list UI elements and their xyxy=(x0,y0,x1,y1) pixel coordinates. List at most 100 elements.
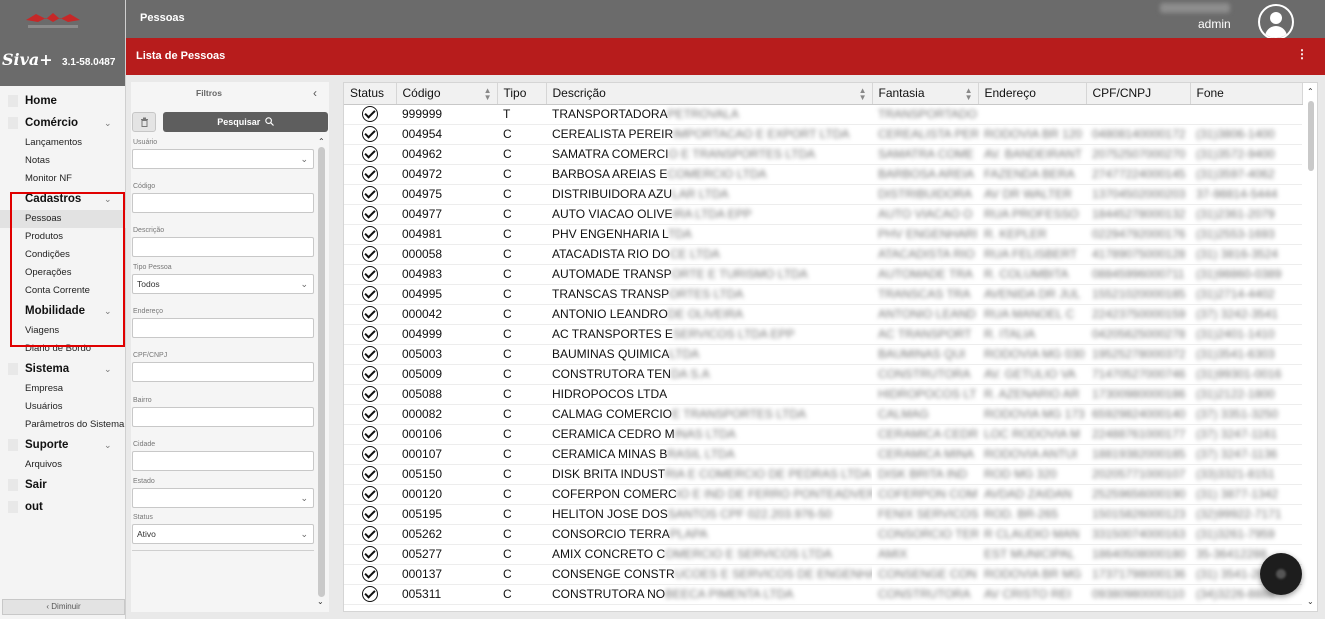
fone-cell: (31) 3816-3524 xyxy=(1190,244,1302,265)
table-row[interactable]: 005195 C HELITON JOSE DOSSANTOS CPF 022.20… xyxy=(344,504,1302,525)
sidebar-item-operacoes[interactable]: Operações xyxy=(0,264,126,282)
sidebar-item-produtos[interactable]: Produtos xyxy=(0,228,126,246)
table-row[interactable]: 004954 C CEREALISTA PEREIRIMPORTACAO E EXP… xyxy=(344,124,1302,145)
column-header-endereco[interactable]: Endereço xyxy=(978,83,1087,105)
sidebar-item-conta-corrente[interactable]: Conta Corrente xyxy=(0,282,126,300)
codigo-cell: 000137 xyxy=(396,564,497,585)
logout-icon xyxy=(8,501,18,513)
sidebar-section-sair[interactable]: Sair xyxy=(0,474,126,496)
sidebar-item-diario-de-bordo[interactable]: Diario de Bordo xyxy=(0,340,126,358)
sidebar-item-viagens[interactable]: Viagens xyxy=(0,322,126,340)
descricao-input[interactable] xyxy=(132,237,314,257)
sidebar-item-empresa[interactable]: Empresa xyxy=(0,380,126,398)
more-vert-icon[interactable]: ⋮ xyxy=(1296,47,1308,61)
descricao-cell: CONSENGE CONSTRUCOES E SERVICOS DE ENGEN… xyxy=(546,564,872,585)
descricao-cell: CONSTRUTORA TENDA S.A xyxy=(546,364,872,385)
table-row[interactable]: 000058 C ATACADISTA RIO DOCE LTDA ATACADIST… xyxy=(344,244,1302,265)
table-row[interactable]: 000082 C CALMAG COMERCIOE TRANSPORTES LTDA… xyxy=(344,404,1302,425)
sidebar-item-parametros[interactable]: Parâmetros do Sistema xyxy=(0,416,126,434)
sidebar-item-lancamentos[interactable]: Lançamentos xyxy=(0,134,126,152)
column-header-fantasia[interactable]: Fantasia ▲ ▼ xyxy=(872,83,979,105)
status-select[interactable]: Ativo ⌄ xyxy=(132,524,314,544)
bairro-input[interactable] xyxy=(132,407,314,427)
codigo-cell: 004983 xyxy=(396,264,497,285)
search-button[interactable]: Pesquisar xyxy=(163,112,328,132)
table-row[interactable]: 004999 C AC TRANSPORTES ESERVICOS LTDA EPP… xyxy=(344,324,1302,345)
chevron-left-icon: ‹ xyxy=(46,602,50,611)
cpf-cnpj-input[interactable] xyxy=(132,362,314,382)
check-circle-icon xyxy=(362,426,378,442)
table-row[interactable]: 005003 C BAUMINAS QUIMICALTDA BAUMINAS QUI R… xyxy=(344,344,1302,365)
check-circle-icon xyxy=(362,566,378,582)
sidebar-section-mobilidade[interactable]: Mobilidade ⌄ xyxy=(0,300,126,322)
descricao-cell: COFERPON COMERCIO E IND DE FERRO PONTEAD… xyxy=(546,484,872,505)
column-header-cpf-cnpj[interactable]: CPF/CNPJ xyxy=(1086,83,1191,105)
table-row[interactable]: 004977 C AUTO VIACAO OLIVEIRA LTDA EPP AUTO… xyxy=(344,204,1302,225)
sidebar-section-out[interactable]: out xyxy=(0,496,126,518)
check-circle-icon xyxy=(362,146,378,162)
codigo-cell: 005262 xyxy=(396,524,497,545)
table-row[interactable]: 999999 T TRANSPORTADORAPETROVALA TRANSPORTA… xyxy=(344,104,1302,125)
codigo-input[interactable] xyxy=(132,193,314,213)
sidebar-item-notas[interactable]: Notas xyxy=(0,152,126,170)
table-row[interactable]: 004995 C TRANSCAS TRANSPORTES LTDA TRANSCAS… xyxy=(344,284,1302,305)
table-row[interactable]: 004962 C SAMATRA COMERCIO E TRANSPORTES LT… xyxy=(344,144,1302,165)
table-row[interactable]: 000137 C CONSENGE CONSTRUCOES E SERVICOS D… xyxy=(344,564,1302,585)
endereco-cell: RODOVIA BR 120 xyxy=(978,124,1086,145)
sidebar-item-pessoas[interactable]: Pessoas xyxy=(0,210,126,228)
fone-cell: (32)99922-7171 xyxy=(1190,504,1302,525)
status-cell xyxy=(344,184,396,205)
sidebar-section-suporte[interactable]: Suporte ⌄ xyxy=(0,434,126,456)
table-row[interactable]: 005262 C CONSORCIO TERRAPLAPA CONSORCIO TER… xyxy=(344,524,1302,545)
check-circle-icon xyxy=(362,546,378,562)
table-row[interactable]: 004981 C PHV ENGENHARIA LTDA PHV ENGENHARI R… xyxy=(344,224,1302,245)
table-row[interactable]: 005088 C HIDROPOCOS LTDA HIDROPOCOS LT R. AZ… xyxy=(344,384,1302,405)
table-row[interactable]: 005150 C DISK BRITA INDUSTRIA E COMERCIO D… xyxy=(344,464,1302,485)
table-row[interactable]: 005277 C AMIX CONCRETO COMERCIO E SERVICOS… xyxy=(344,544,1302,565)
sidebar-section-comercio[interactable]: Comércio ⌄ xyxy=(0,112,126,134)
estado-select[interactable]: ⌄ xyxy=(132,488,314,508)
table-scrollbar[interactable]: ⌃ ⌄ xyxy=(1304,83,1317,611)
column-header-fone[interactable]: Fone xyxy=(1190,83,1303,105)
descricao-label: Descrição xyxy=(133,227,165,234)
fantasia-cell: BARBOSA AREIA xyxy=(872,164,978,185)
user-avatar-icon[interactable] xyxy=(1258,4,1294,40)
table-row[interactable]: 000106 C CERAMICA CEDRO MINAS LTDA CERAMICA… xyxy=(344,424,1302,445)
table-row[interactable]: 004972 C BARBOSA AREIAS ECOMERCIO LTDA BARB… xyxy=(344,164,1302,185)
column-header-status[interactable]: Status xyxy=(344,83,397,105)
column-header-codigo[interactable]: Código ▲ ▼ xyxy=(396,83,498,105)
sidebar-item-condicoes[interactable]: Condições xyxy=(0,246,126,264)
sidebar-section-sistema[interactable]: Sistema ⌄ xyxy=(0,358,126,380)
table-row[interactable]: 004975 C DISTRIBUIDORA AZULAR LTDA DISTRIBU… xyxy=(344,184,1302,205)
sidebar-section-home[interactable]: Home xyxy=(0,90,126,112)
tipo-cell: C xyxy=(497,144,546,165)
sidebar-item-monitor-nf[interactable]: Monitor NF xyxy=(0,170,126,188)
check-circle-icon xyxy=(362,346,378,362)
check-circle-icon xyxy=(362,246,378,262)
table-row[interactable]: 000042 C ANTONIO LEANDRODE OLIVEIRA ANTONIO… xyxy=(344,304,1302,325)
cpf-cnpj-cell: 25259656000190 xyxy=(1086,484,1190,505)
column-header-descricao[interactable]: Descrição ▲ ▼ xyxy=(546,83,873,105)
usuario-select[interactable]: ⌄ xyxy=(132,149,314,169)
table-row[interactable]: 005009 C CONSTRUTORA TENDA S.A CONSTRUTORA A… xyxy=(344,364,1302,385)
tipo-pessoa-select[interactable]: Todos ⌄ xyxy=(132,274,314,294)
sidebar-item-usuarios[interactable]: Usuários xyxy=(0,398,126,416)
table-row[interactable]: 005311 C CONSTRUTORA NOBEECA PIMENTA LTDA C… xyxy=(344,584,1302,605)
check-circle-icon xyxy=(362,446,378,462)
home-icon xyxy=(8,95,18,107)
clear-filters-button[interactable] xyxy=(132,112,156,132)
table-row[interactable]: 000107 C CERAMICA MINAS BRASIL LTDA CERAMIC… xyxy=(344,444,1302,465)
sidebar-section-cadastros[interactable]: Cadastros ⌄ xyxy=(0,188,126,210)
table-row[interactable]: 000120 C COFERPON COMERCIO E IND DE FERRO … xyxy=(344,484,1302,505)
endereco-input[interactable] xyxy=(132,318,314,338)
table-row[interactable]: 004983 C AUTOMADE TRANSPORTE E TURISMO LTD… xyxy=(344,264,1302,285)
chevron-left-icon[interactable]: ‹ xyxy=(313,86,317,100)
chevron-down-icon: ⌄ xyxy=(104,364,112,374)
filters-scrollbar[interactable]: ⌃ ⌄ xyxy=(317,137,327,607)
cidade-input[interactable] xyxy=(132,451,314,471)
fantasia-cell: CERAMICA CEDR xyxy=(872,424,978,445)
sidebar-item-arquivos[interactable]: Arquivos xyxy=(0,456,126,474)
collapse-sidebar-button[interactable]: ‹ Diminuir xyxy=(2,599,125,615)
floating-action-button[interactable] xyxy=(1260,553,1302,595)
column-header-tipo[interactable]: Tipo xyxy=(497,83,547,105)
